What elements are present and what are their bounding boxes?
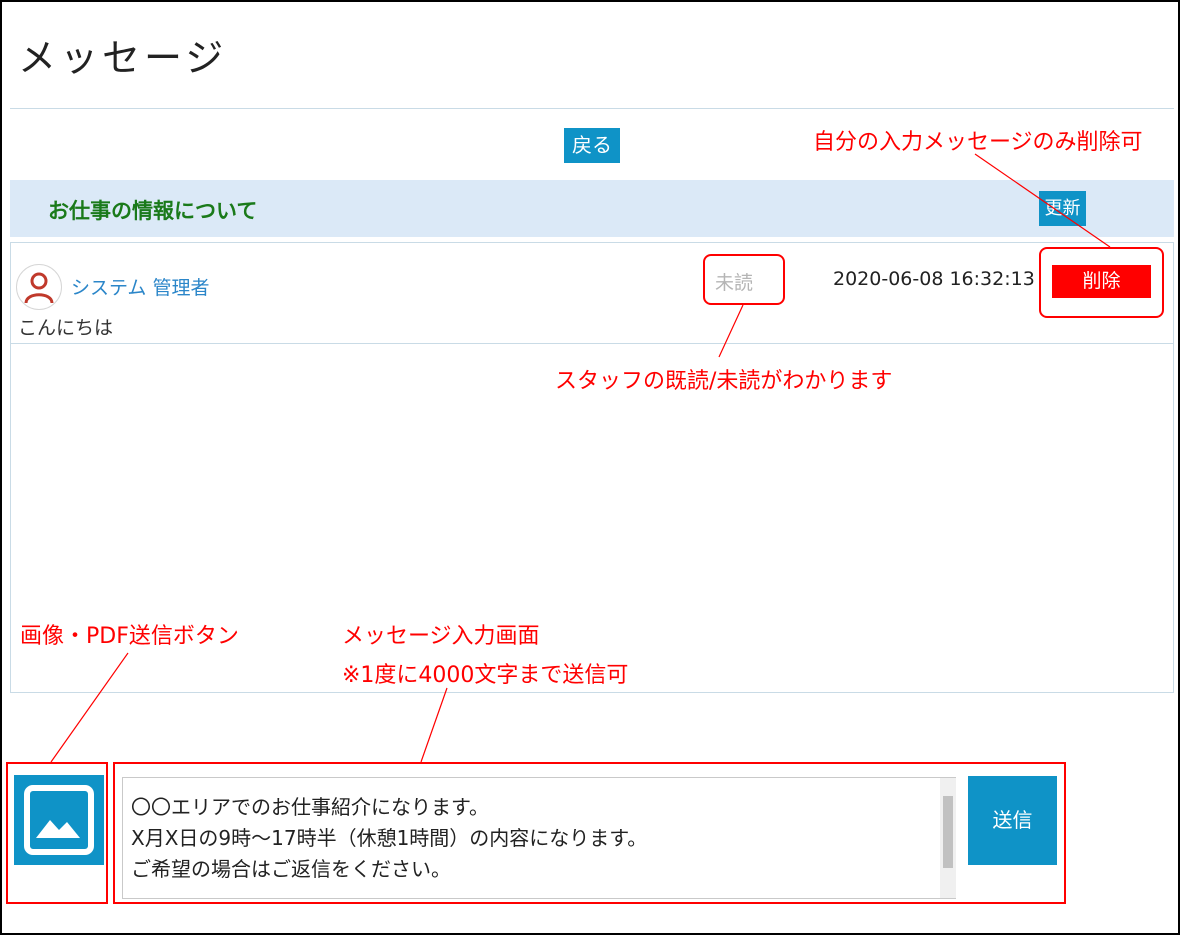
- annotation-read-note: スタッフの既読/未読がわかります: [555, 369, 893, 394]
- annotation-input-note-2: ※1度に4000文字まで送信可: [342, 663, 629, 688]
- annotation-delete-note: 自分の入力メッセージのみ削除可: [813, 130, 1143, 155]
- annotation-upload-note: 画像・PDF送信ボタン: [20, 624, 239, 649]
- annotation-input-note-1: メッセージ入力画面: [342, 624, 540, 649]
